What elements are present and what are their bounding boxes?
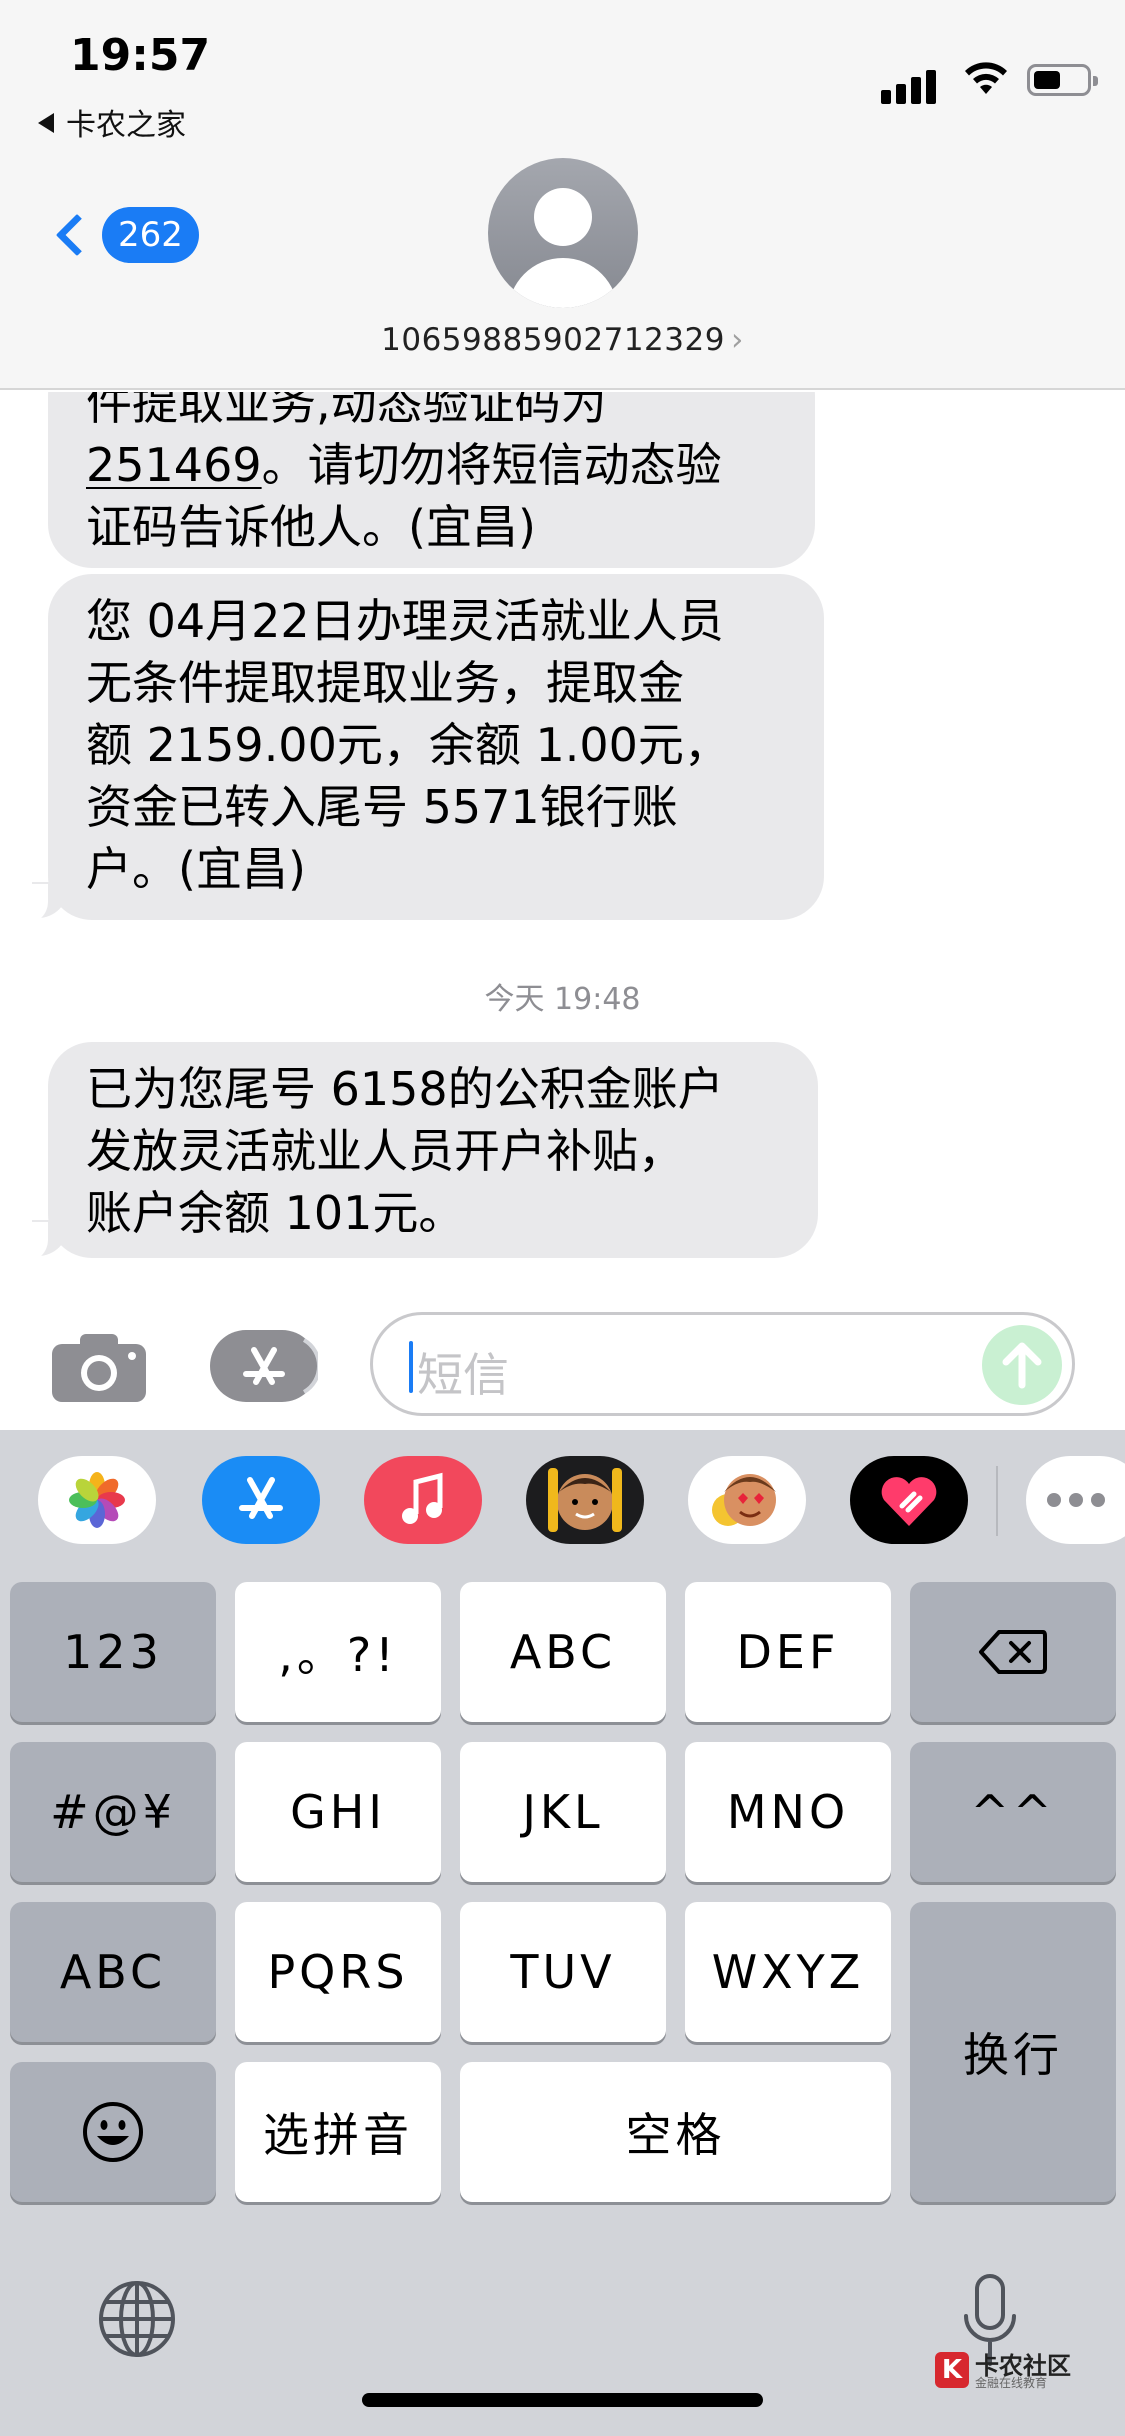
keyboard: 123 ,。?! ABC DEF #@¥ GHI JKL MNO ^^ ABC … bbox=[0, 1430, 1125, 2436]
message-timestamp: 今天 19:48 bbox=[484, 982, 641, 1017]
memoji-stickers-icon[interactable] bbox=[688, 1456, 806, 1544]
music-icon[interactable] bbox=[364, 1456, 482, 1544]
send-button[interactable] bbox=[982, 1325, 1062, 1405]
message-line: 资金已转入尾号 5571银行账 bbox=[86, 780, 678, 834]
message-bubble[interactable]: 件提取业务,动态验证码为 251469。请切勿将短信动态验 证码告诉他人。(宜昌… bbox=[48, 392, 815, 568]
globe-icon[interactable] bbox=[96, 2278, 178, 2360]
key-wxyz[interactable]: WXYZ bbox=[685, 1902, 891, 2042]
watermark-mark: K bbox=[935, 2352, 969, 2388]
status-icons bbox=[881, 58, 1098, 104]
home-indicator[interactable] bbox=[362, 2393, 763, 2407]
message-line: 账户余额 101元。 bbox=[86, 1186, 465, 1240]
backspace-icon bbox=[979, 1630, 1047, 1674]
emoji-icon bbox=[83, 2102, 143, 2162]
appstore-icon[interactable] bbox=[202, 1456, 320, 1544]
digital-touch-icon[interactable] bbox=[850, 1456, 968, 1544]
message-line: 251469。请切勿将短信动态验 bbox=[86, 438, 722, 492]
watermark-subtitle: 金融在线教育 bbox=[975, 2376, 1048, 2390]
back-triangle-icon bbox=[38, 113, 54, 133]
message-line: 您 04月22日办理灵活就业人员 bbox=[86, 594, 724, 648]
key-123[interactable]: 123 bbox=[10, 1582, 216, 1722]
key-abc[interactable]: ABC bbox=[460, 1582, 666, 1722]
message-line: 证码告诉他人。(宜昌) bbox=[86, 500, 536, 554]
backspace-key[interactable] bbox=[910, 1582, 1116, 1722]
arrow-up-icon bbox=[1002, 1342, 1042, 1389]
message-thread[interactable]: 件提取业务,动态验证码为 251469。请切勿将短信动态验 证码告诉他人。(宜昌… bbox=[0, 392, 1125, 1292]
text-cursor bbox=[409, 1341, 413, 1393]
imessage-app-drawer bbox=[0, 1430, 1125, 1570]
wifi-icon bbox=[965, 62, 1007, 94]
message-line: 件提取业务,动态验证码为 bbox=[86, 392, 607, 430]
more-icon[interactable] bbox=[1026, 1456, 1125, 1544]
key-def[interactable]: DEF bbox=[685, 1582, 891, 1722]
message-line: 无条件提取提取业务，提取金 bbox=[86, 656, 684, 710]
unread-count-badge: 262 bbox=[102, 207, 199, 263]
watermark-logo: K 卡农社区 金融在线教育 bbox=[935, 2346, 1075, 2392]
back-to-app-link[interactable]: 卡农之家 bbox=[38, 100, 186, 144]
contact-number: 10659885902712329 bbox=[381, 322, 725, 358]
chevron-left-icon bbox=[55, 213, 99, 257]
appstore-icon bbox=[243, 1338, 322, 1394]
key-jkl[interactable]: JKL bbox=[460, 1742, 666, 1882]
contact-name[interactable]: 10659885902712329 › bbox=[0, 322, 1125, 358]
key-mno[interactable]: MNO bbox=[685, 1742, 891, 1882]
key-ghi[interactable]: GHI bbox=[235, 1742, 441, 1882]
key-punctuation[interactable]: ,。?! bbox=[235, 1582, 441, 1722]
memoji-icon[interactable] bbox=[526, 1456, 644, 1544]
key-english-abc[interactable]: ABC bbox=[10, 1902, 216, 2042]
app-drawer-button[interactable] bbox=[210, 1330, 322, 1402]
contact-avatar[interactable] bbox=[488, 158, 638, 308]
emoji-key[interactable] bbox=[10, 2062, 216, 2202]
message-line: 额 2159.00元，余额 1.00元， bbox=[86, 718, 730, 772]
back-button[interactable]: 262 bbox=[48, 205, 199, 265]
battery-icon bbox=[1027, 64, 1098, 96]
conversation-header: 19:57 卡农之家 262 10659885902712329 › bbox=[0, 0, 1125, 390]
status-time: 19:57 bbox=[70, 30, 211, 81]
key-emoticon[interactable]: ^^ bbox=[910, 1742, 1116, 1882]
chevron-right-icon: › bbox=[730, 322, 744, 358]
key-symbols[interactable]: #@¥ bbox=[10, 1742, 216, 1882]
key-select-pinyin[interactable]: 选拼音 bbox=[235, 2062, 441, 2202]
camera-icon[interactable] bbox=[52, 1332, 146, 1402]
message-line: 发放灵活就业人员开户补贴， bbox=[86, 1124, 684, 1178]
back-to-app-label: 卡农之家 bbox=[66, 108, 186, 143]
message-line: 已为您尾号 6158的公积金账户 bbox=[86, 1062, 724, 1116]
photos-icon[interactable] bbox=[38, 1456, 156, 1544]
message-input-placeholder: 短信 bbox=[417, 1348, 509, 1402]
message-bubble[interactable]: 已为您尾号 6158的公积金账户 发放灵活就业人员开户补贴， 账户余额 101元… bbox=[48, 1042, 818, 1258]
key-pqrs[interactable]: PQRS bbox=[235, 1902, 441, 2042]
message-line: 户。(宜昌) bbox=[86, 842, 306, 896]
message-bubble[interactable]: 您 04月22日办理灵活就业人员 无条件提取提取业务，提取金 额 2159.00… bbox=[48, 574, 824, 920]
space-key[interactable]: 空格 bbox=[460, 2062, 891, 2202]
verification-code[interactable]: 251469 bbox=[86, 438, 262, 492]
return-key[interactable]: 换行 bbox=[910, 1902, 1116, 2202]
message-input[interactable]: 短信 bbox=[370, 1312, 1075, 1416]
key-tuv[interactable]: TUV bbox=[460, 1902, 666, 2042]
